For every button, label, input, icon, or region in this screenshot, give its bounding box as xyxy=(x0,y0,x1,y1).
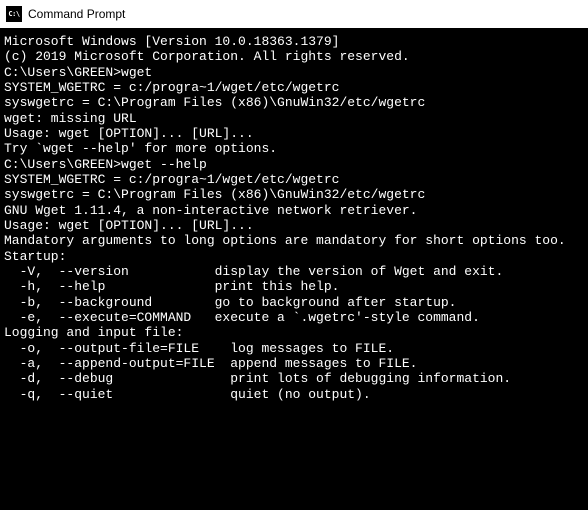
terminal-line: GNU Wget 1.11.4, a non-interactive netwo… xyxy=(4,203,584,218)
window-titlebar[interactable]: C:\ Command Prompt xyxy=(0,0,588,28)
terminal-line: -d, --debug print lots of debugging info… xyxy=(4,371,584,386)
terminal-line: -q, --quiet quiet (no output). xyxy=(4,387,584,402)
terminal-line: Microsoft Windows [Version 10.0.18363.13… xyxy=(4,34,584,49)
terminal-line: Try `wget --help' for more options. xyxy=(4,141,584,156)
terminal-line: syswgetrc = C:\Program Files (x86)\GnuWi… xyxy=(4,95,584,110)
command-prompt-icon: C:\ xyxy=(6,6,22,22)
terminal-line: -b, --background go to background after … xyxy=(4,295,584,310)
terminal-line: Usage: wget [OPTION]... [URL]... xyxy=(4,126,584,141)
window-title: Command Prompt xyxy=(28,7,125,21)
terminal-line: Startup: xyxy=(4,249,584,264)
terminal-line: syswgetrc = C:\Program Files (x86)\GnuWi… xyxy=(4,187,584,202)
terminal-line: C:\Users\GREEN>wget xyxy=(4,65,584,80)
terminal-line: Mandatory arguments to long options are … xyxy=(4,233,584,248)
terminal-line: -h, --help print this help. xyxy=(4,279,584,294)
terminal-line: -V, --version display the version of Wge… xyxy=(4,264,584,279)
terminal-line: (c) 2019 Microsoft Corporation. All righ… xyxy=(4,49,584,64)
terminal-line: -a, --append-output=FILE append messages… xyxy=(4,356,584,371)
terminal-line: -e, --execute=COMMAND execute a `.wgetrc… xyxy=(4,310,584,325)
terminal-line: SYSTEM_WGETRC = c:/progra~1/wget/etc/wge… xyxy=(4,172,584,187)
terminal-line: Logging and input file: xyxy=(4,325,584,340)
terminal-line: -o, --output-file=FILE log messages to F… xyxy=(4,341,584,356)
terminal-line: Usage: wget [OPTION]... [URL]... xyxy=(4,218,584,233)
terminal-output[interactable]: Microsoft Windows [Version 10.0.18363.13… xyxy=(0,28,588,510)
terminal-line: SYSTEM_WGETRC = c:/progra~1/wget/etc/wge… xyxy=(4,80,584,95)
terminal-line: C:\Users\GREEN>wget --help xyxy=(4,157,584,172)
terminal-line: wget: missing URL xyxy=(4,111,584,126)
